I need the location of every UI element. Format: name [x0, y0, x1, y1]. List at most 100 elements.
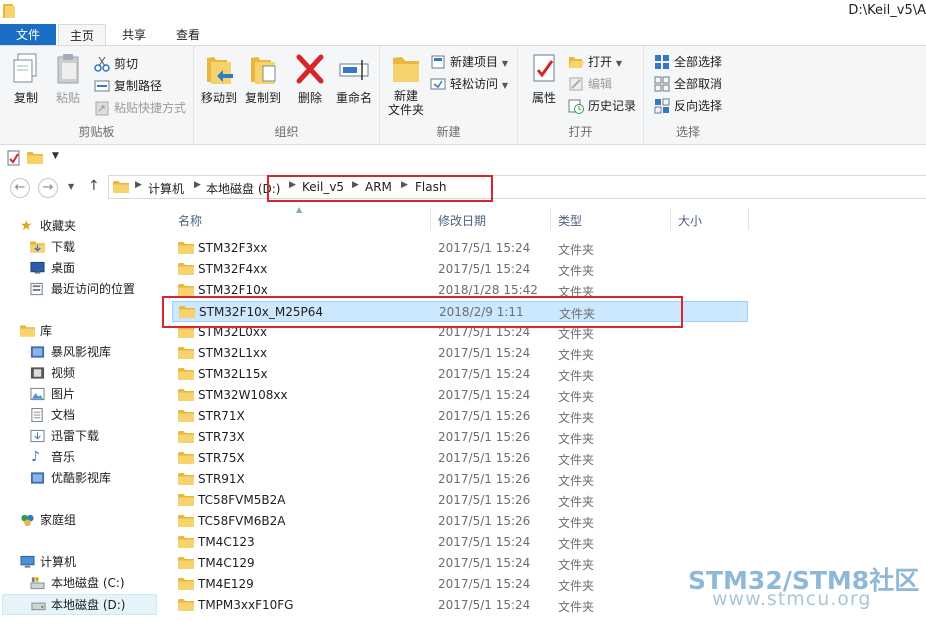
nav-videos[interactable]: 视频	[0, 363, 160, 384]
folder-icon	[178, 367, 194, 381]
address-bar[interactable]: ▶ 计算机 ▶ 本地磁盘 (D:) ▶ Keil_v5 ▶ ARM ▶ Flas…	[108, 175, 926, 199]
list-item[interactable]: STM32L1xx 2017/5/1 15:24 文件夹	[172, 343, 748, 364]
nav-downloads-label: 下载	[51, 240, 76, 254]
copy-label: 复制	[13, 91, 38, 105]
new-folder-button[interactable]: 新建 文件夹	[386, 52, 426, 117]
paste-shortcut-button[interactable]: 粘贴快捷方式	[94, 98, 186, 118]
list-item[interactable]: TC58FVM5B2A 2017/5/1 15:26 文件夹	[172, 490, 748, 511]
copy-button[interactable]: 复制	[6, 52, 46, 106]
cut-button[interactable]: 剪切	[94, 54, 138, 74]
quick-access-toolbar: ▼	[0, 146, 926, 170]
invert-selection-button[interactable]: 反向选择	[654, 96, 722, 116]
highlight-box-selected-folder	[162, 296, 683, 328]
nav-baofeng[interactable]: 暴风影视库	[0, 342, 160, 363]
copy-path-button[interactable]: 复制路径	[94, 76, 162, 96]
file-date: 2017/5/1 15:24	[438, 262, 531, 276]
list-item[interactable]: TMPM3xxF10FG 2017/5/1 15:24 文件夹	[172, 595, 748, 616]
window-title: D:\Keil_v5\A	[848, 3, 926, 18]
easy-access-button[interactable]: 轻松访问 ▼	[430, 74, 508, 94]
list-item[interactable]: TC58FVM6B2A 2017/5/1 15:26 文件夹	[172, 511, 748, 532]
nav-youku[interactable]: 优酷影视库	[0, 468, 160, 489]
arrow-right-icon: →	[42, 180, 54, 195]
nav-desktop[interactable]: 桌面	[0, 258, 160, 279]
list-item[interactable]: STM32F3xx 2017/5/1 15:24 文件夹	[172, 238, 748, 259]
nav-music[interactable]: ♪ 音乐	[0, 447, 160, 468]
folder-icon	[178, 577, 194, 591]
new-group-label: 新建	[436, 125, 461, 139]
column-type[interactable]: 类型	[558, 212, 582, 229]
forward-button[interactable]: →	[38, 178, 58, 198]
ribbon-tabs: 文件 主页 共享 查看	[0, 24, 926, 47]
file-type: 文件夹	[558, 243, 595, 257]
nav-drive-d[interactable]: 本地磁盘 (D:)	[2, 594, 157, 615]
open-icon	[569, 57, 584, 68]
file-date: 2017/5/1 15:24	[438, 598, 531, 612]
list-item[interactable]: STR73X 2017/5/1 15:26 文件夹	[172, 427, 748, 448]
column-size[interactable]: 大小	[678, 212, 702, 229]
delete-button[interactable]: 删除	[292, 52, 328, 106]
breadcrumb-computer[interactable]: 计算机	[148, 180, 184, 197]
new-item-button[interactable]: 新建项目 ▼	[430, 52, 508, 72]
list-item[interactable]: TM4C129 2017/5/1 15:24 文件夹	[172, 553, 748, 574]
nav-downloads[interactable]: 下载	[0, 237, 160, 258]
chevron-down-icon: ▼	[501, 59, 508, 68]
drive-d-icon	[31, 602, 46, 611]
list-item[interactable]: STM32L15x 2017/5/1 15:24 文件夹	[172, 364, 748, 385]
nav-drive-c[interactable]: 本地磁盘 (C:)	[0, 573, 160, 594]
properties-label: 属性	[531, 91, 556, 105]
up-arrow-icon[interactable]: ↑	[88, 178, 100, 194]
history-button[interactable]: 历史记录	[568, 96, 636, 116]
folder-icon	[113, 180, 129, 194]
nav-pictures[interactable]: 图片	[0, 384, 160, 405]
column-divider[interactable]	[550, 208, 551, 230]
properties-icon[interactable]	[6, 150, 22, 166]
nav-xunlei[interactable]: 迅雷下载	[0, 426, 160, 447]
file-date: 2017/5/1 15:24	[438, 346, 531, 360]
folder-icon	[178, 230, 194, 236]
download-folder-icon	[30, 429, 45, 443]
list-item[interactable]: STR75X 2017/5/1 15:26 文件夹	[172, 448, 748, 469]
file-type: 文件夹	[558, 579, 595, 593]
nav-computer[interactable]: 计算机	[0, 552, 160, 573]
recent-locations-icon[interactable]: ▼	[68, 182, 74, 191]
nav-homegroup[interactable]: 家庭组	[0, 510, 160, 531]
open-button[interactable]: 打开 ▼	[568, 52, 622, 72]
list-item[interactable]: STR71X 2017/5/1 15:26 文件夹	[172, 406, 748, 427]
move-to-button[interactable]: 移动到	[198, 52, 240, 106]
nav-recent[interactable]: 最近访问的位置	[0, 279, 160, 300]
properties-button[interactable]: 属性	[526, 52, 562, 106]
list-item[interactable]: STR91X 2017/5/1 15:26 文件夹	[172, 469, 748, 490]
nav-documents[interactable]: 文档	[0, 405, 160, 426]
tab-share[interactable]: 共享	[112, 24, 156, 46]
customize-toolbar-icon[interactable]: ▼	[52, 151, 59, 161]
rename-button[interactable]: 重命名	[332, 52, 376, 106]
file-type: 文件夹	[558, 369, 595, 383]
column-divider[interactable]	[670, 208, 671, 230]
column-name[interactable]: 名称	[178, 212, 202, 229]
file-date: 2017/5/1 15:26	[438, 493, 531, 507]
column-modified[interactable]: 修改日期	[438, 212, 486, 229]
new-folder-icon[interactable]	[27, 150, 43, 166]
list-item[interactable]: TM4C123 2017/5/1 15:24 文件夹	[172, 532, 748, 553]
paste-shortcut-label: 粘贴快捷方式	[114, 101, 187, 115]
nav-favorites[interactable]: ★ 收藏夹	[0, 216, 160, 237]
breadcrumb-separator-icon: ▶	[194, 180, 201, 190]
list-item[interactable]: STM32W108xx 2017/5/1 15:24 文件夹	[172, 385, 748, 406]
column-divider[interactable]	[748, 208, 749, 230]
open-label: 打开	[588, 55, 613, 69]
select-all-button[interactable]: 全部选择	[654, 52, 722, 72]
tab-view[interactable]: 查看	[164, 24, 212, 46]
open-group: 属性 打开 ▼ 编辑 历史记录 打开	[518, 46, 644, 144]
pictures-icon	[30, 387, 45, 401]
copy-to-button[interactable]: 复制到	[242, 52, 284, 106]
nav-libraries[interactable]: 库	[0, 321, 160, 342]
list-item[interactable]: STM32F4xx 2017/5/1 15:24 文件夹	[172, 259, 748, 280]
edit-button[interactable]: 编辑	[568, 74, 612, 94]
tab-file[interactable]: 文件	[0, 24, 56, 46]
tab-home[interactable]: 主页	[58, 24, 106, 47]
back-button[interactable]: ←	[10, 178, 30, 198]
paste-button[interactable]: 粘贴	[48, 52, 88, 106]
column-divider[interactable]	[430, 208, 431, 230]
list-item[interactable]: TM4E129 2017/5/1 15:24 文件夹	[172, 574, 748, 595]
select-none-button[interactable]: 全部取消	[654, 74, 722, 94]
